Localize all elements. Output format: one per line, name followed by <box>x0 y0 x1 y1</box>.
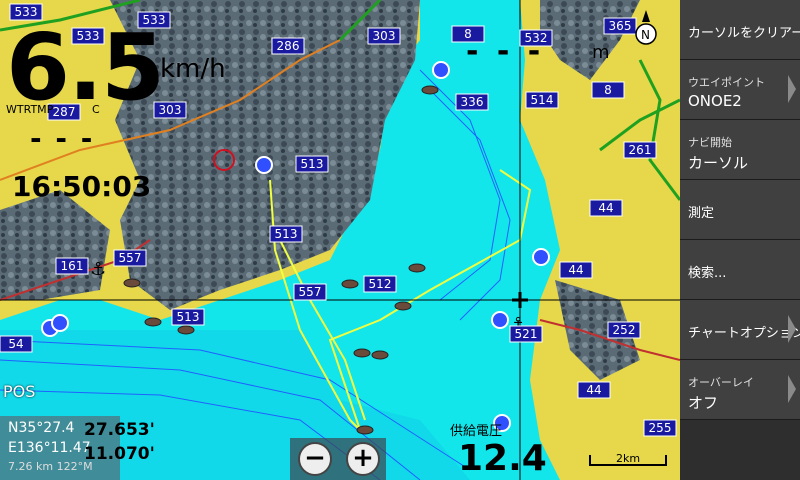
water-temp-value: - - - <box>30 122 95 155</box>
menu-item-label: 検索... <box>688 266 727 281</box>
menu-item-caption: ウエイポイント <box>688 76 765 89</box>
position-label: POS <box>3 382 36 401</box>
route-shield: 513 <box>295 155 329 173</box>
route-shield: 303 <box>367 27 401 45</box>
chevron-right-icon <box>788 375 796 403</box>
svg-text:286: 286 <box>277 39 300 53</box>
svg-text:161: 161 <box>61 259 84 273</box>
svg-text:557: 557 <box>119 251 142 265</box>
chartplotter-screen: ⚓ ⚓ 533 533 533 286 303 8 532 365 287 303 336 514 8 5… <box>0 0 800 480</box>
svg-text:513: 513 <box>275 227 298 241</box>
menu-item[interactable]: ウエイポイント ONOE2 <box>680 60 800 120</box>
svg-text:261: 261 <box>629 143 652 157</box>
coord-e: E136°11.47 <box>8 440 91 456</box>
coord-n: N35°27.4 <box>8 420 75 436</box>
menu-item-label: チャートオプション <box>688 326 800 341</box>
svg-text:557: 557 <box>299 285 322 299</box>
menu-item-value: ONOE2 <box>688 92 742 110</box>
route-shield: 44 <box>559 261 593 279</box>
route-shield: 54 <box>0 335 33 353</box>
voltage-label: 供給電圧 <box>450 424 503 439</box>
route-shield: 255 <box>643 419 677 437</box>
route-shield: 521 <box>509 325 543 343</box>
svg-text:44: 44 <box>586 383 601 397</box>
voltage-value: 12.4 <box>458 438 547 479</box>
svg-text:514: 514 <box>531 93 554 107</box>
depth-value: - - - <box>466 34 545 69</box>
route-shield: 336 <box>455 93 489 111</box>
clock: 16:50:03 <box>12 170 152 203</box>
menu-item-value: カーソル <box>688 154 749 172</box>
route-shield: 513 <box>171 308 205 326</box>
route-shield: 44 <box>577 381 611 399</box>
menu-empty-area <box>680 420 800 480</box>
context-menu: カーソルをクリアー ウエイポイント ONOE2 ナビ開始カーソル測定検索... チャート… <box>680 0 800 480</box>
route-shield: 365 <box>603 17 637 35</box>
svg-text:336: 336 <box>461 95 484 109</box>
menu-item-value: オフ <box>688 394 719 412</box>
svg-text:513: 513 <box>177 310 200 324</box>
menu-item[interactable]: オーバーレイ オフ <box>680 360 800 420</box>
route-shield: 514 <box>525 91 559 109</box>
menu-item[interactable]: カーソルをクリアー <box>680 0 800 60</box>
route-shield: 286 <box>271 37 305 55</box>
zoom-out-button[interactable]: − <box>298 442 332 476</box>
menu-item-label: カーソルをクリアー <box>688 26 800 41</box>
chevron-right-icon <box>788 75 796 103</box>
menu-item[interactable]: 検索... <box>680 240 800 300</box>
route-shield: 44 <box>589 199 623 217</box>
route-shield: 557 <box>293 283 327 301</box>
zoom-in-button[interactable]: + <box>346 442 380 476</box>
scale-bar: 2km <box>588 452 668 466</box>
coord-e-large: 11.070' <box>84 444 155 464</box>
svg-text:44: 44 <box>598 201 613 215</box>
svg-text:54: 54 <box>8 337 23 351</box>
route-shield: 252 <box>607 321 641 339</box>
scale-label: 2km <box>616 452 641 465</box>
svg-text:521: 521 <box>515 327 538 341</box>
svg-text:512: 512 <box>369 277 392 291</box>
svg-text:513: 513 <box>301 157 324 171</box>
route-shield: 557 <box>113 249 147 267</box>
route-shield: 161 <box>55 257 89 275</box>
svg-text:365: 365 <box>609 19 632 33</box>
route-shield: 512 <box>363 275 397 293</box>
compass-north-icon: N <box>635 10 657 45</box>
route-shield: 261 <box>623 141 657 159</box>
water-temp-unit: C <box>92 103 100 116</box>
route-shield: 513 <box>269 225 303 243</box>
speed-unit: km/h <box>160 54 226 84</box>
route-shield: 8 <box>591 81 625 99</box>
menu-item[interactable]: 測定 <box>680 180 800 240</box>
svg-text:303: 303 <box>373 29 396 43</box>
menu-item[interactable]: ナビ開始 カーソル <box>680 120 800 180</box>
svg-text:8: 8 <box>604 83 612 97</box>
menu-item[interactable]: チャートオプション <box>680 300 800 360</box>
depth-unit: m <box>592 42 610 63</box>
chevron-right-icon <box>788 315 796 343</box>
menu-item-label: 測定 <box>688 206 715 221</box>
distance-bearing: 7.26 km 122°M <box>8 460 93 473</box>
water-temp-label: WTRTMP <box>6 103 54 116</box>
svg-text:44: 44 <box>568 263 583 277</box>
svg-text:⚓: ⚓ <box>90 259 106 280</box>
compass-label: N <box>641 28 650 42</box>
speed-value: 6.5 <box>6 14 165 121</box>
svg-text:255: 255 <box>649 421 672 435</box>
menu-item-caption: オーバーレイ <box>688 376 754 389</box>
menu-item-caption: ナビ開始 <box>688 136 732 149</box>
svg-text:252: 252 <box>613 323 636 337</box>
coord-n-large: 27.653' <box>84 420 155 440</box>
